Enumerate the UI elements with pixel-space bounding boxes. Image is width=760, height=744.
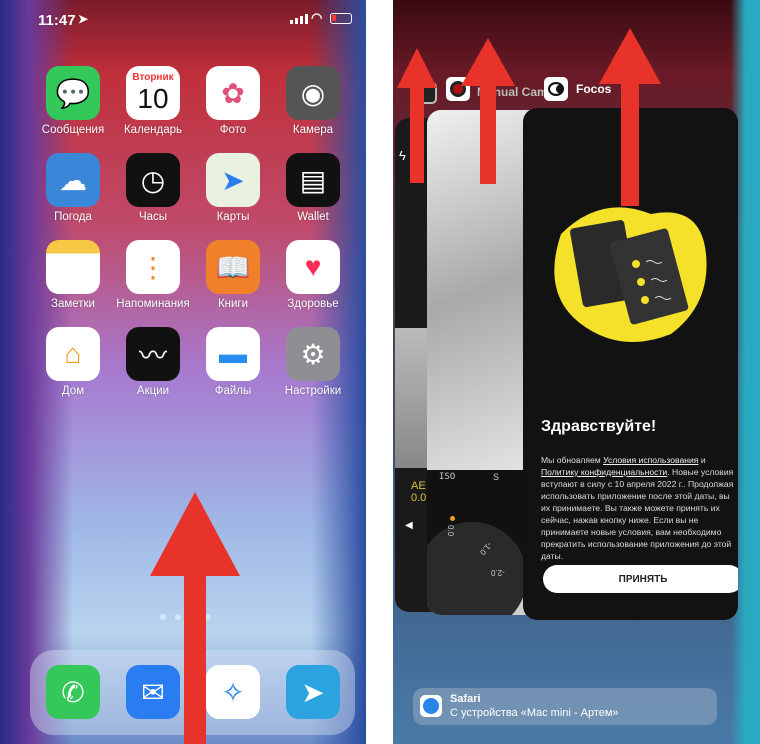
app-label: Здоровье (287, 298, 339, 310)
reminders-icon: ⋮ (126, 240, 180, 294)
files-icon: ▬ (206, 327, 260, 381)
privacy-link[interactable]: Политику конфиденциальности (541, 467, 667, 477)
ae-label: AE (411, 480, 426, 492)
app-wallet[interactable]: ▤ Wallet (273, 153, 353, 223)
app-calendar[interactable]: Вторник 10 Календарь (113, 66, 193, 136)
app-settings[interactable]: ⚙ Настройки (273, 327, 353, 397)
photos-icon: ✿ (206, 66, 260, 120)
handoff-subtitle: С устройства «Mac mini - Артем» (450, 707, 619, 719)
terms-text-part: Мы обновляем (541, 455, 604, 465)
app-label: Книги (217, 298, 249, 310)
app-label: Заметки (51, 298, 95, 310)
home-icon: ⌂ (46, 327, 100, 381)
app-messages[interactable]: 💬 Сообщения (33, 66, 113, 136)
wifi-icon: ◠ (311, 10, 323, 25)
app-label: Погода (54, 211, 92, 223)
app-stocks[interactable]: 〰 Акции (113, 327, 193, 397)
app-label: Wallet (297, 211, 329, 223)
app-label: Файлы (214, 385, 252, 397)
calendar-date: 10 (137, 82, 169, 114)
app-label: Часы (138, 211, 168, 223)
app-health[interactable]: ♥ Здоровье (273, 240, 353, 310)
app-label: Календарь (123, 124, 183, 136)
app-reminders[interactable]: ⋮ Напоминания (113, 240, 193, 310)
ae-value: 0.0 (411, 492, 427, 504)
app-files[interactable]: ▬ Файлы (193, 327, 273, 397)
clock-icon: ◷ (126, 153, 180, 207)
terms-text-part: и (698, 455, 706, 465)
stocks-icon: 〰 (126, 327, 180, 381)
battery-low-icon (330, 13, 352, 24)
swipe-up-arrow (599, 28, 661, 206)
calendar-icon: Вторник 10 (126, 66, 180, 120)
app-label: Акции (136, 385, 170, 397)
handoff-banner[interactable]: Safari С устройства «Mac mini - Артем» (413, 688, 717, 725)
app-label: Настройки (284, 385, 342, 397)
swipe-up-arrow (461, 38, 515, 184)
safari-icon (420, 695, 442, 717)
calendar-day: Вторник (132, 71, 174, 83)
app-clock[interactable]: ◷ Часы (113, 153, 193, 223)
iso-label: ISO (439, 472, 456, 482)
notes-icon (46, 240, 100, 294)
home-screen: 11:47 ➤ ◠ 💬 Сообщения Вторник 10 Календарь ✿ Ф… (0, 0, 366, 744)
settings-icon: ⚙ (286, 327, 340, 381)
dial-tick: 0.0 (446, 524, 456, 537)
exposure-dial[interactable]: 0.0 -1.0 -2.0 (427, 516, 527, 615)
app-weather[interactable]: ☁ Погода (33, 153, 113, 223)
focos-app-icon[interactable] (544, 77, 568, 101)
maps-icon: ➤ (206, 153, 260, 207)
app-switcher: Manual Cam Focos ϟ AE 0.0 ◀ ISO S 0.0 -1.… (393, 0, 760, 744)
app-photos[interactable]: ✿ Фото (193, 66, 273, 136)
books-icon: 📖 (206, 240, 260, 294)
app-notes[interactable]: Заметки (33, 240, 113, 310)
dial-tick: -2.0 (491, 568, 505, 577)
status-time: 11:47 (38, 12, 76, 29)
app-label: Карты (216, 211, 250, 223)
app-maps[interactable]: ➤ Карты (193, 153, 273, 223)
wallet-icon: ▤ (286, 153, 340, 207)
app-home[interactable]: ⌂ Дом (33, 327, 113, 397)
welcome-title: Здравствуйте! (541, 418, 657, 435)
messages-icon: 💬 (46, 66, 100, 120)
terms-link[interactable]: Условия использования (603, 455, 698, 465)
weather-icon: ☁ (46, 153, 100, 207)
s-label: S (493, 472, 500, 482)
dial-tick: -1.0 (478, 540, 494, 557)
left-triangle-icon[interactable]: ◀ (405, 520, 413, 531)
accept-button[interactable]: ПРИНЯТЬ (543, 565, 738, 593)
app-books[interactable]: 📖 Книги (193, 240, 273, 310)
location-arrow-icon: ➤ (78, 12, 89, 26)
phone-icon[interactable]: ✆ (46, 665, 100, 719)
telegram-icon[interactable]: ➤ (286, 665, 340, 719)
terms-text: Мы обновляем Условия использования и Пол… (541, 454, 737, 562)
app-camera[interactable]: ◉ Камера (273, 66, 353, 136)
cellular-signal-icon (290, 14, 308, 24)
app-label: Напоминания (116, 298, 190, 310)
camera-icon: ◉ (286, 66, 340, 120)
app-label: Камера (292, 124, 334, 136)
app-label: Фото (219, 124, 247, 136)
swipe-up-arrow (397, 48, 437, 183)
app-label: Дом (61, 385, 85, 397)
health-icon: ♥ (286, 240, 340, 294)
app-label: Сообщения (41, 124, 105, 136)
clipboard-illustration (554, 207, 707, 342)
terms-text-part: . Новые условия вступают в силу с 10 апр… (541, 467, 734, 561)
swipe-up-arrow (150, 492, 240, 744)
handoff-app: Safari (450, 693, 481, 705)
